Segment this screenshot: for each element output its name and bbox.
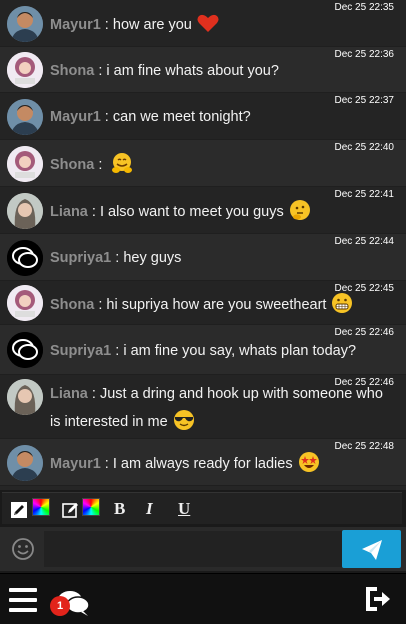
chat-message: Dec 25 22:41 Liana : I also want to meet …	[0, 187, 406, 234]
avatar[interactable]	[7, 445, 43, 481]
bottom-bar: 1	[0, 573, 406, 624]
notification-badge: 1	[50, 596, 70, 616]
message-separator: :	[111, 343, 124, 359]
message-username[interactable]: Supriya1	[50, 250, 111, 266]
menu-bar-icon	[9, 588, 37, 592]
message-body: Mayur1 : can we meet tonight?	[50, 104, 396, 131]
chat-log[interactable]: Dec 25 22:35 Mayur1 : how are you Dec 25 2…	[0, 0, 406, 490]
chat-message: Dec 25 22:46 Liana : Just a dring and hoo…	[0, 375, 406, 439]
message-body: Shona : hi supriya how are you sweethear…	[50, 291, 396, 319]
avatar[interactable]	[7, 99, 43, 135]
menu-bar-icon	[9, 608, 37, 612]
message-username[interactable]: Liana	[50, 204, 88, 220]
message-body: Supriya1 : hey guys	[50, 245, 396, 272]
chat-message: Dec 25 22:46 Supriya1 : i am fine you say…	[0, 325, 406, 375]
message-text: hey guys	[123, 250, 182, 266]
message-separator: :	[94, 63, 107, 79]
message-separator: :	[94, 297, 107, 313]
message-text: I also want to meet you guys	[99, 204, 284, 220]
message-body: Supriya1 : i am fine you say, whats plan…	[50, 338, 396, 365]
chat-message: Dec 25 22:40 Shona :	[0, 140, 406, 187]
underline-button[interactable]: U	[178, 499, 190, 519]
message-username[interactable]: Shona	[50, 157, 94, 173]
avatar[interactable]	[7, 379, 43, 415]
bold-button[interactable]: B	[114, 499, 125, 519]
private-chats-button[interactable]: 1	[50, 588, 94, 618]
hug-face-emoji-icon	[110, 151, 134, 175]
avatar[interactable]	[7, 52, 43, 88]
message-body: Shona : i am fine whats about you?	[50, 58, 396, 85]
message-text: how are you	[112, 17, 192, 33]
message-text: i am fine whats about you?	[106, 63, 279, 79]
message-username[interactable]: Supriya1	[50, 343, 111, 359]
message-text: hi supriya how are you sweetheart	[106, 297, 327, 313]
message-text: Just a dring and hook up with someone wh…	[50, 386, 383, 430]
chat-message: Dec 25 22:37 Mayur1 : can we meet tonight…	[0, 93, 406, 140]
message-text: I am always ready for ladies	[112, 456, 293, 472]
chat-message: Dec 25 22:45 Shona : hi supriya how are y…	[0, 281, 406, 325]
menu-button[interactable]	[9, 588, 37, 612]
message-separator: :	[87, 386, 100, 402]
avatar[interactable]	[7, 146, 43, 182]
chat-message: Dec 25 22:48 Mayur1 : I am always ready f…	[0, 439, 406, 486]
message-timestamp: Dec 25 22:46	[334, 327, 395, 338]
grimace-face-emoji-icon	[330, 291, 354, 315]
message-separator: :	[111, 250, 124, 266]
message-input-row	[0, 527, 406, 571]
bg-color-picker-icon[interactable]	[82, 498, 100, 516]
logout-icon[interactable]	[362, 584, 392, 614]
message-text: can we meet tonight?	[112, 109, 251, 125]
message-username[interactable]: Liana	[50, 386, 88, 402]
message-separator: :	[100, 109, 113, 125]
message-separator: :	[87, 204, 100, 220]
italic-button[interactable]: I	[146, 499, 153, 519]
emoji-picker-icon[interactable]	[10, 536, 36, 562]
message-body: Mayur1 : how are you	[50, 11, 396, 39]
text-color-picker-icon[interactable]	[32, 498, 50, 516]
message-username[interactable]: Shona	[50, 297, 94, 313]
message-separator: :	[100, 456, 113, 472]
chat-message: Dec 25 22:36 Shona : i am fine whats abou…	[0, 47, 406, 93]
avatar[interactable]	[7, 6, 43, 42]
heart-emoji-icon	[196, 11, 220, 35]
avatar[interactable]	[7, 285, 43, 321]
text-format-toolbar: B I U	[2, 492, 402, 524]
message-input[interactable]	[44, 531, 342, 567]
avatar[interactable]	[7, 193, 43, 229]
message-username[interactable]: Mayur1	[50, 456, 101, 472]
message-body: Mayur1 : I am always ready for ladies	[50, 450, 396, 478]
send-icon	[362, 540, 382, 560]
message-username[interactable]: Shona	[50, 63, 94, 79]
chat-message: Dec 25 22:44 Supriya1 : hey guys	[0, 234, 406, 281]
message-body: Liana : Just a dring and hook up with so…	[50, 381, 396, 436]
star-eyes-face-emoji-icon	[297, 450, 321, 474]
avatar[interactable]	[7, 240, 43, 276]
avatar[interactable]	[7, 332, 43, 368]
message-username[interactable]: Mayur1	[50, 17, 101, 33]
send-button[interactable]	[342, 530, 401, 568]
message-body: Liana : I also want to meet you guys	[50, 198, 396, 226]
sunglasses-face-emoji-icon	[172, 408, 196, 432]
menu-bar-icon	[9, 598, 37, 602]
message-separator: :	[100, 17, 113, 33]
message-body: Shona :	[50, 151, 396, 179]
message-text: i am fine you say, whats plan today?	[123, 343, 357, 359]
chat-message: Dec 25 22:35 Mayur1 : how are you	[0, 0, 406, 47]
message-username[interactable]: Mayur1	[50, 109, 101, 125]
bg-color-edit-icon[interactable]	[62, 501, 80, 519]
message-separator: :	[94, 157, 107, 173]
thinking-face-emoji-icon	[288, 198, 312, 222]
text-color-pencil-icon[interactable]	[10, 501, 28, 519]
